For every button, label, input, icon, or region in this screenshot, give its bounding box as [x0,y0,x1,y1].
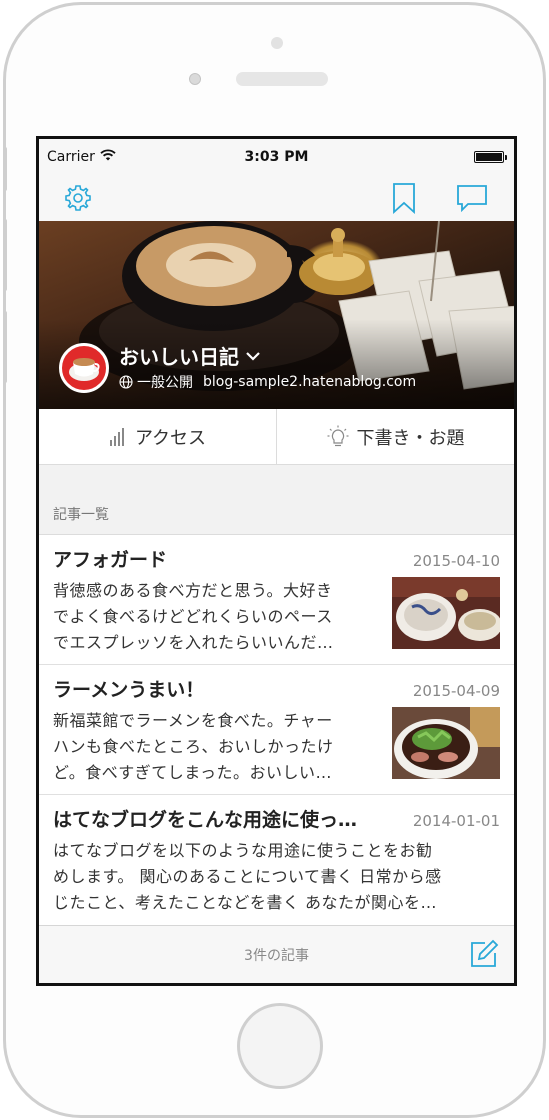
proximity-sensor [189,73,201,85]
article-excerpt-line: はてなブログを以下のような用途に使うことをお勧 [53,841,433,860]
article-row[interactable]: アフォガード 2015-04-10 背徳感のある食べ方だと思う。大好き でよく食… [39,535,514,665]
article-row[interactable]: ラーメンうまい！ 2015-04-09 新福菜館でラーメンを食べた。チャー ハン… [39,665,514,795]
section-header: 記事一覧 [39,465,514,535]
segment-buttons: アクセス 下書き・お題 [39,409,514,465]
bookmark-button[interactable] [387,181,421,215]
status-bar: Carrier 3:03 PM [39,139,514,175]
bottom-toolbar: 3件の記事 [39,925,514,983]
drafts-button[interactable]: 下書き・お題 [276,409,514,464]
article-title: はてなブログをこんな用途に使っ… [53,809,358,831]
nav-bar [39,175,514,221]
visibility-label: 一般公開 [137,375,193,391]
article-title: ラーメンうまい！ [53,679,205,701]
volume-up-button [3,219,7,291]
article-row[interactable]: はてなブログをこんな用途に使っ… 2014-01-01 はてなブログを以下のよう… [39,795,514,925]
home-button[interactable] [237,1003,323,1089]
bookmark-icon [393,183,415,214]
comments-button[interactable] [455,181,489,215]
article-excerpt-line: ハンも食べたところ、おいしかったけ [53,737,334,756]
volume-down-button [3,311,7,383]
coffee-cup-icon [69,358,100,381]
silent-switch [3,147,7,191]
wifi-icon [100,149,116,165]
earpiece-speaker [236,72,328,86]
gear-icon [65,185,91,211]
article-excerpt-line: めします。 関心のあることについて書く 日常から感 [53,867,442,886]
article-list: アフォガード 2015-04-10 背徳感のある食べ方だと思う。大好き でよく食… [39,535,514,925]
lightbulb-icon [327,425,348,446]
globe-icon [119,375,133,389]
battery-icon [474,151,507,163]
speech-bubble-icon [457,185,487,212]
blog-avatar[interactable] [59,343,109,393]
article-excerpt: 背徳感のある食べ方だと思う。大好き でよく食べるけどどれくらいのペース でエスプ… [53,578,378,656]
blog-header-image: おいしい日記 一般公開 blog-sample2.hatenablog.com [39,221,514,409]
front-camera [271,37,283,49]
article-date: 2014-01-01 [412,812,500,830]
article-excerpt: はてなブログを以下のような用途に使うことをお勧 めします。 関心のあることについ… [53,838,500,916]
carrier-label: Carrier [47,149,95,165]
compose-icon [471,939,499,967]
article-date: 2015-04-09 [412,682,500,700]
header-gradient [39,319,514,409]
article-excerpt-line: でよく食べるけどどれくらいのペース [53,607,333,626]
blog-title: おいしい日記 [119,345,239,369]
article-title: アフォガード [53,549,168,571]
app-screen: Carrier 3:03 PM おいしい日記 一般公開 blog-sample2… [36,136,517,986]
article-date: 2015-04-10 [412,552,500,570]
article-excerpt: 新福菜館でラーメンを食べた。チャー ハンも食べたところ、おいしかったけ ど。食べ… [53,708,378,786]
drafts-label: 下書き・お題 [356,427,465,449]
article-thumbnail [392,577,500,649]
bar-chart-icon [109,427,124,446]
settings-button[interactable] [61,181,95,215]
access-label: アクセス [134,427,207,449]
article-thumbnail [392,707,500,779]
article-count: 3件の記事 [244,947,309,964]
article-excerpt-line: 新福菜館でラーメンを食べた。チャー [53,711,333,730]
article-excerpt-line: ど。食べすぎてしまった。おいしい… [53,763,333,782]
article-excerpt-line: じたこと、考えたことなどを書く あなたが関心を… [53,893,437,912]
compose-button[interactable] [468,938,500,970]
blog-title-switcher[interactable]: おいしい日記 [119,341,261,370]
access-button[interactable]: アクセス [39,409,276,464]
article-excerpt-line: でエスプレッソを入れたらいいんだ… [53,633,334,652]
chevron-down-icon [246,351,260,361]
blog-meta: 一般公開 blog-sample2.hatenablog.com [119,372,416,392]
blog-domain: blog-sample2.hatenablog.com [203,374,417,390]
article-excerpt-line: 背徳感のある食べ方だと思う。大好き [53,581,333,600]
